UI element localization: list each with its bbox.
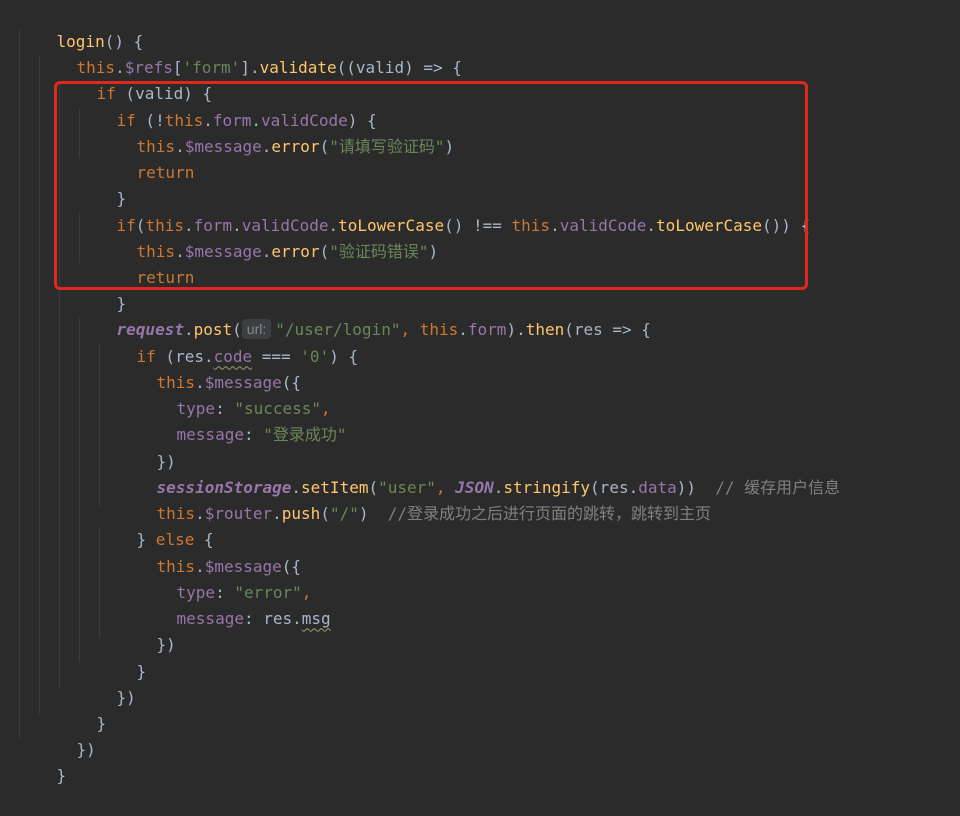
property: msg	[301, 609, 331, 629]
code-line-3[interactable]: if (valid) {	[58, 55, 213, 103]
comment: // 缓存用户信息	[696, 478, 841, 498]
punctuation: ).	[506, 320, 526, 340]
code-line-20[interactable]: } else {	[98, 501, 214, 549]
punctuation: })	[76, 740, 96, 760]
code-line-24[interactable]: })	[118, 606, 176, 654]
punctuation: .	[458, 320, 468, 340]
comment: //登录成功之后进行页面的跳转，跳转到主页	[368, 504, 712, 524]
keyword-this: this	[419, 320, 459, 340]
method: validate	[259, 58, 337, 78]
code-line-28[interactable]: })	[38, 711, 96, 759]
punctuation: }	[96, 714, 107, 734]
code-line-29[interactable]: }	[18, 737, 67, 785]
string: "登录成功"	[263, 425, 347, 445]
code-text: ((valid) => {	[336, 58, 462, 78]
indent-guide	[19, 30, 20, 740]
code-line-25[interactable]: }	[98, 633, 147, 681]
code-line-26[interactable]: })	[78, 659, 136, 707]
code-line-17[interactable]: })	[118, 423, 176, 471]
indent-guide	[39, 56, 40, 714]
code-line-22[interactable]: type: "error",	[138, 554, 312, 602]
string: "/"	[329, 504, 359, 524]
code-text: (res => {	[564, 320, 651, 340]
code-line-13[interactable]: if (res.code === '0') {	[98, 318, 359, 366]
code-line-16[interactable]: message: "登录成功"	[138, 396, 347, 444]
code-line-15[interactable]: type: "success",	[138, 370, 331, 418]
code-line-14[interactable]: this.$message({	[118, 344, 302, 392]
code-line-19[interactable]: this.$router.push("/") //登录成功之后进行页面的跳转，跳…	[118, 475, 712, 523]
method: push	[281, 504, 321, 524]
object-key: message	[176, 609, 244, 629]
code-line-18[interactable]: sessionStorage.setItem("user", JSON.stri…	[118, 449, 841, 497]
object-key: message	[176, 425, 244, 445]
code-line-12[interactable]: request.post(url: "/user/login", this.for…	[78, 291, 651, 340]
punctuation: .	[272, 504, 282, 524]
punctuation: }	[136, 662, 147, 682]
punctuation: ].	[240, 58, 260, 78]
punctuation: (	[320, 504, 330, 524]
code-line-2[interactable]: this.$refs['form'].validate((valid) => {	[38, 29, 462, 77]
code-text: ) {	[329, 347, 359, 367]
highlight-box	[54, 81, 808, 290]
string: '0'	[300, 347, 330, 367]
code-line-27[interactable]: }	[58, 685, 107, 733]
code-text: : res.	[243, 609, 302, 629]
code-line-23[interactable]: message: res.msg	[138, 580, 331, 628]
punctuation: )	[358, 504, 369, 524]
punctuation: }	[56, 766, 67, 786]
property: form	[467, 320, 507, 340]
property: $router	[204, 504, 273, 524]
code-editor[interactable]: login() { this.$refs['form'].validate((v…	[0, 0, 960, 785]
punctuation: })	[116, 688, 136, 708]
code-line-1[interactable]: login() {	[18, 3, 144, 51]
punctuation: :	[243, 425, 264, 445]
method: then	[525, 320, 565, 340]
punctuation: })	[156, 635, 176, 655]
punctuation: ,	[400, 320, 420, 340]
code-line-21[interactable]: this.$message({	[118, 528, 302, 576]
